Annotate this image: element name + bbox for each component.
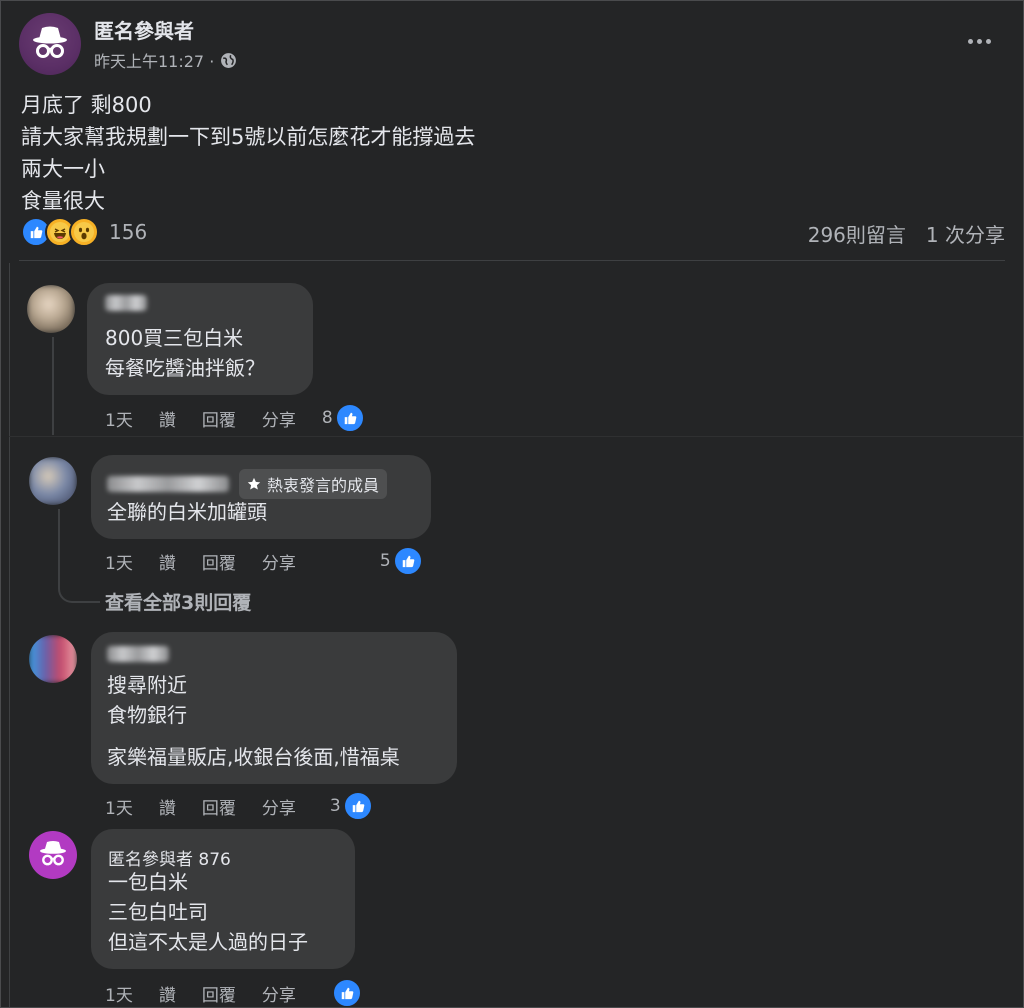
comment-bubble: 800買三包白米 每餐吃醬油拌飯？ (87, 283, 313, 395)
share-button[interactable]: 分享 (262, 794, 296, 819)
commenter-avatar[interactable] (29, 457, 77, 505)
comment-bubble: 匿名參與者 876 一包白米 三包白吐司 但這不太是人過的日子 (91, 829, 355, 969)
more-dot-icon (967, 38, 973, 44)
like-count-value: 5 (379, 551, 391, 571)
thread-line (52, 337, 54, 435)
globe-icon (221, 52, 237, 68)
comment-time[interactable]: 1天 (105, 549, 133, 574)
comment-line: 一包白米 (108, 870, 188, 894)
comment-line: 食物銀行 (107, 703, 187, 727)
comment-like-count[interactable] (330, 978, 362, 1007)
commenter-avatar[interactable] (29, 635, 77, 683)
like-button[interactable]: 讚 (159, 549, 176, 574)
comment-like-count[interactable]: 8 (322, 403, 365, 433)
reply-button[interactable]: 回覆 (202, 406, 236, 431)
post-author-name[interactable]: 匿名參與者 (94, 15, 194, 44)
post-line: 兩大一小 (21, 157, 105, 181)
commenter-avatar[interactable] (27, 285, 75, 333)
anonymous-avatar[interactable] (29, 831, 77, 879)
post-line: 請大家幫我規劃一下到5號以前怎麼花才能撐過去 (21, 125, 476, 149)
comment-line: 800買三包白米 (105, 326, 244, 350)
comment-line: 全聯的白米加罐頭 (107, 500, 267, 524)
comment-bubble: 搜尋附近 食物銀行 家樂福量販店,收銀台後面,惜福桌 (91, 632, 457, 784)
comment-actions: 1天 讚 回覆 分享 5 (105, 546, 423, 576)
more-options-button[interactable] (959, 23, 999, 59)
blurred-commenter-name[interactable] (107, 476, 229, 492)
comment-line: 三包白吐司 (108, 900, 208, 924)
incognito-icon (40, 841, 66, 866)
more-dot-icon (976, 38, 982, 44)
post-card: 匿名參與者 昨天上午11:27 · 月底了 剩800 請大家幫我規劃一下到5號以… (0, 0, 1024, 1008)
like-icon (331, 978, 362, 1007)
reply-button[interactable]: 回覆 (202, 794, 236, 819)
like-icon (392, 546, 423, 576)
anonymous-avatar[interactable] (19, 13, 81, 75)
comment-actions: 1天 讚 回覆 分享 (105, 978, 362, 1007)
comment-bubble: 熱衷發言的成員 全聯的白米加罐頭 (91, 455, 431, 539)
share-count-link[interactable]: 1 次分享 (926, 219, 1005, 248)
comment-like-count[interactable]: 5 (380, 546, 423, 576)
incognito-icon (33, 26, 67, 58)
badge-label: 熱衷發言的成員 (267, 476, 380, 495)
reply-button[interactable]: 回覆 (202, 549, 236, 574)
post-line: 食量很大 (21, 189, 105, 213)
blurred-commenter-name[interactable] (105, 295, 147, 311)
comment-actions: 1天 讚 回覆 分享 3 (105, 791, 373, 821)
comment-line: 每餐吃醬油拌飯？ (105, 356, 265, 380)
comment-time[interactable]: 1天 (105, 981, 133, 1006)
share-button[interactable]: 分享 (262, 406, 296, 431)
share-button[interactable]: 分享 (262, 549, 296, 574)
blurred-commenter-name[interactable] (107, 646, 169, 662)
reply-button[interactable]: 回覆 (202, 981, 236, 1006)
post-line: 月底了 剩800 (21, 93, 152, 117)
comment-time[interactable]: 1天 (105, 794, 133, 819)
comment-separator (9, 436, 1023, 437)
like-icon (342, 791, 373, 821)
divider (19, 260, 1005, 261)
comments-side-bar (9, 263, 10, 1007)
like-button[interactable]: 讚 (159, 406, 176, 431)
post-stats: 296則留言 1 次分享 (808, 219, 1005, 248)
comment-time[interactable]: 1天 (105, 406, 133, 431)
post-timestamp[interactable]: 昨天上午11:27 · (94, 48, 237, 72)
more-dot-icon (985, 38, 991, 44)
comment-count-link[interactable]: 296則留言 (808, 219, 906, 248)
wow-icon (69, 217, 99, 247)
like-button[interactable]: 讚 (159, 794, 176, 819)
like-count-value: 3 (329, 796, 341, 816)
star-icon (247, 477, 261, 490)
comment-line: 家樂福量販店,收銀台後面,惜福桌 (107, 745, 400, 769)
post-time-text: 昨天上午11:27 · (94, 52, 215, 71)
comment-like-count[interactable]: 3 (330, 791, 373, 821)
comment-line: 但這不太是人過的日子 (108, 930, 308, 954)
view-all-replies-link[interactable]: 查看全部3則回覆 (105, 588, 251, 615)
reactions-summary[interactable]: 156 (21, 217, 147, 247)
like-icon (334, 403, 365, 433)
reaction-count: 156 (109, 220, 148, 244)
like-count-value: 8 (321, 408, 333, 428)
share-button[interactable]: 分享 (262, 981, 296, 1006)
top-fan-badge[interactable]: 熱衷發言的成員 (239, 469, 388, 499)
post-body: 月底了 剩800 請大家幫我規劃一下到5號以前怎麼花才能撐過去 兩大一小 食量很… (21, 89, 475, 217)
like-button[interactable]: 讚 (159, 981, 176, 1006)
comment-line: 搜尋附近 (107, 673, 187, 697)
comment-actions: 1天 讚 回覆 分享 8 (105, 403, 365, 433)
